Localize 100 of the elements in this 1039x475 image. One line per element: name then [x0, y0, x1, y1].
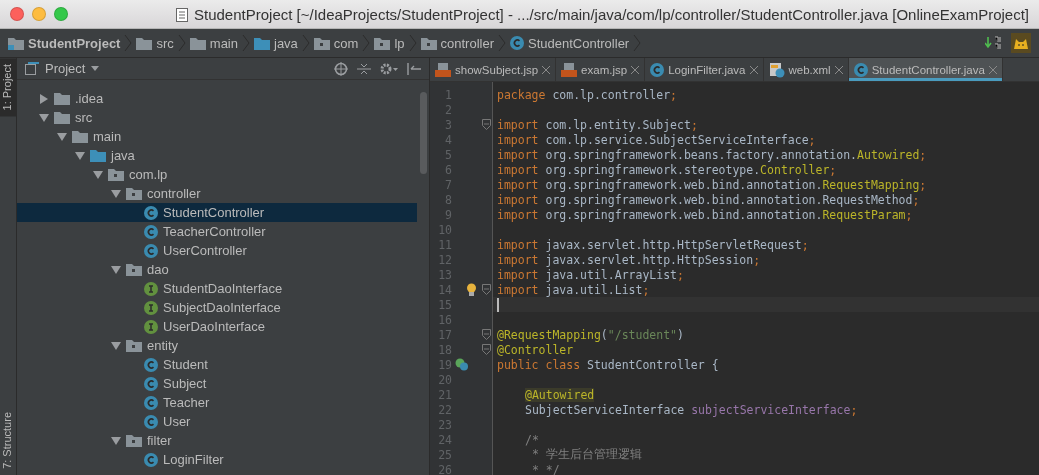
text-caret — [497, 297, 499, 312]
code-line: import java.util.ArrayList; — [497, 267, 684, 282]
settings-icon[interactable] — [380, 61, 398, 76]
dropdown-caret-icon[interactable] — [91, 65, 100, 72]
fold-icon[interactable] — [482, 344, 491, 355]
close-icon[interactable] — [749, 65, 758, 74]
tree-item[interactable]: StudentDaoInterface — [17, 279, 417, 298]
close-icon[interactable] — [631, 65, 640, 74]
tree-item[interactable]: filter — [17, 431, 417, 450]
tab-label: web.xml — [788, 63, 831, 76]
tree-item[interactable]: com.lp — [17, 165, 417, 184]
tree-item[interactable]: entity — [17, 336, 417, 355]
expanded-arrow-icon[interactable] — [93, 169, 103, 180]
code-line: import org.springframework.web.bind.annotation.RequestParam; — [497, 207, 913, 222]
breadcrumb[interactable]: lp — [370, 35, 409, 51]
scrollbar[interactable] — [420, 92, 427, 174]
tree-item-label: UserController — [163, 243, 247, 258]
code-line: /* — [525, 432, 539, 447]
close-icon[interactable] — [988, 65, 997, 74]
code-line: @Controller — [497, 342, 574, 357]
folder-icon — [189, 36, 206, 50]
tool-window-tab[interactable]: 7: Structure — [0, 406, 16, 475]
expanded-arrow-icon[interactable] — [111, 435, 121, 446]
editor-tab[interactable]: showSubject.jsp — [430, 58, 557, 81]
class-icon — [144, 395, 158, 410]
folder-icon — [254, 36, 270, 50]
tree-item-label: .idea — [75, 91, 104, 106]
code-line: import com.lp.entity.Subject; — [497, 117, 698, 132]
tree-item[interactable]: Subject — [17, 374, 417, 393]
collapsed-arrow-icon[interactable] — [39, 93, 49, 104]
tree-item-label: LoginFilter — [163, 452, 224, 467]
editor-tab[interactable]: web.xml — [763, 58, 849, 81]
cat-icon[interactable] — [1011, 33, 1031, 53]
bean-icon[interactable] — [455, 358, 469, 371]
fold-icon[interactable] — [482, 119, 491, 130]
jsp-file-icon — [435, 62, 451, 77]
tab-label: exam.jsp — [581, 63, 628, 76]
target-icon[interactable] — [334, 61, 348, 76]
expanded-arrow-icon[interactable] — [111, 340, 121, 351]
breadcrumb[interactable]: controller — [416, 35, 498, 51]
close-icon[interactable] — [834, 65, 843, 74]
folder-icon — [136, 36, 153, 50]
fold-icon[interactable] — [482, 329, 491, 340]
editor-tab[interactable]: StudentController.java — [848, 58, 1003, 81]
expanded-arrow-icon[interactable] — [57, 131, 67, 142]
lightbulb-icon[interactable] — [466, 282, 477, 297]
tree-item[interactable]: UserController — [17, 241, 417, 260]
tree-item[interactable]: .idea — [17, 89, 417, 108]
expanded-arrow-icon[interactable] — [111, 188, 121, 199]
tree-item[interactable]: LoginFilter — [17, 450, 417, 469]
breadcrumb[interactable]: src — [132, 35, 178, 51]
code-line: import javax.servlet.http.HttpSession; — [497, 252, 761, 267]
breadcrumb[interactable]: java — [250, 35, 302, 51]
package-icon — [126, 263, 142, 276]
panel-icon — [25, 62, 39, 75]
tree-item[interactable]: src — [17, 108, 417, 127]
breadcrumb[interactable]: StudentProject — [4, 35, 125, 51]
tab-label: StudentController.java — [871, 63, 985, 76]
tree-item[interactable]: StudentController — [17, 203, 417, 222]
tree-item[interactable]: controller — [17, 184, 417, 203]
tree-item[interactable]: java — [17, 146, 417, 165]
panel-title[interactable]: Project — [45, 61, 86, 76]
tool-window-tab[interactable]: 1: Project — [0, 58, 16, 117]
code-line: @RequestMapping("/student") — [497, 327, 684, 342]
tree-item[interactable]: SubjectDaoInterface — [17, 298, 417, 317]
editor-tab[interactable]: exam.jsp — [556, 58, 646, 81]
class-icon — [144, 243, 158, 258]
hide-panel-icon[interactable] — [407, 61, 421, 76]
expanded-arrow-icon[interactable] — [111, 264, 121, 275]
tree-item[interactable]: Teacher — [17, 393, 417, 412]
code-line: * 学生后台管理逻辑 — [530, 447, 642, 462]
code-line: package com.lp.controller; — [497, 87, 678, 102]
fold-icon[interactable] — [482, 284, 491, 295]
close-button[interactable] — [10, 7, 24, 21]
tree-item[interactable]: TeacherController — [17, 222, 417, 241]
tree-item-label: User — [163, 414, 191, 429]
tree-item-label: dao — [147, 262, 169, 277]
breadcrumb[interactable]: StudentController — [506, 35, 634, 51]
project-folder-icon — [8, 36, 24, 50]
class-icon — [144, 376, 158, 391]
tree-item[interactable]: dao — [17, 260, 417, 279]
editor-tab[interactable]: LoginFilter.java — [645, 58, 764, 81]
tree-item[interactable]: main — [17, 127, 417, 146]
breadcrumb[interactable]: com — [309, 35, 363, 51]
expanded-arrow-icon[interactable] — [39, 112, 49, 123]
zoom-button[interactable] — [54, 7, 68, 21]
class-icon — [510, 36, 524, 50]
tab-label: showSubject.jsp — [455, 63, 539, 76]
interface-icon — [144, 281, 158, 296]
tree-item[interactable]: UserDaoInterface — [17, 317, 417, 336]
tree-item[interactable]: Student — [17, 355, 417, 374]
collapse-icon[interactable] — [357, 61, 371, 76]
tree-item[interactable]: User — [17, 412, 417, 431]
expanded-arrow-icon[interactable] — [75, 150, 85, 161]
breadcrumb[interactable]: main — [185, 35, 242, 51]
class-icon — [144, 414, 158, 429]
binary-download-icon[interactable] — [985, 36, 1003, 50]
document-icon — [176, 7, 188, 22]
code-line: import org.springframework.web.bind.annotation.RequestMethod; — [497, 192, 920, 207]
close-icon[interactable] — [542, 65, 551, 74]
